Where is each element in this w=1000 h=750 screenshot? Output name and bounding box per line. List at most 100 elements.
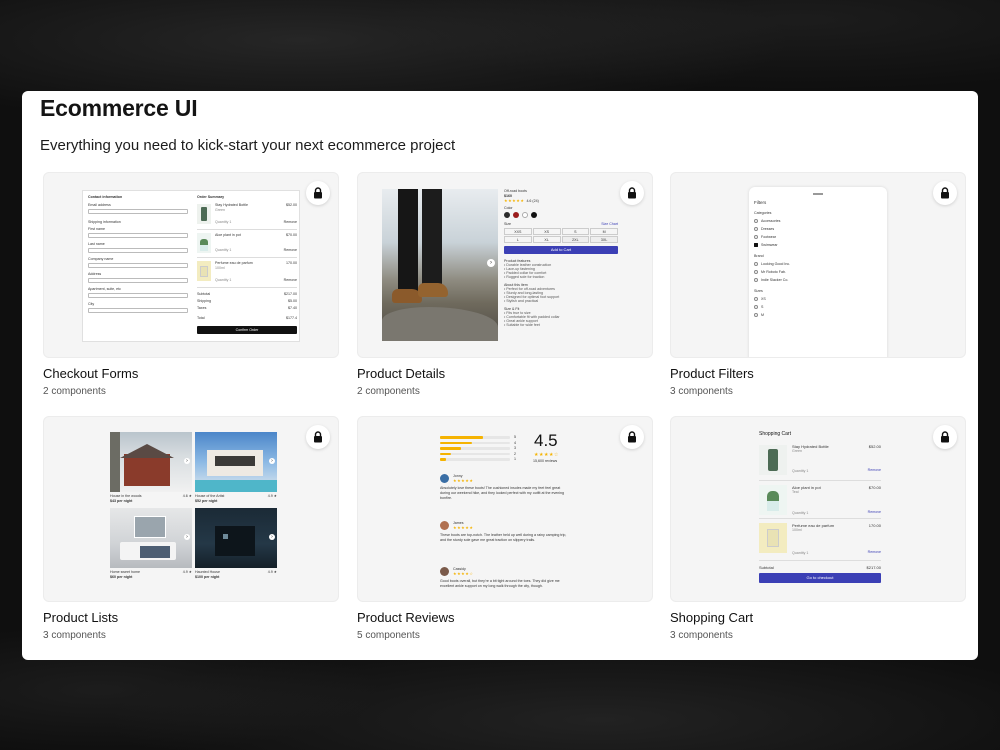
card-title[interactable]: Product Filters: [670, 366, 754, 381]
filter-option[interactable]: Swimwear: [754, 242, 882, 247]
filter-option[interactable]: M: [754, 312, 882, 317]
next-image-icon[interactable]: ›: [487, 259, 495, 267]
next-image-icon[interactable]: ›: [269, 458, 275, 464]
review-stars-icon: ★★★★★: [453, 478, 474, 483]
card-thumbnail[interactable]: Filters Categories Accessories Dresses F…: [670, 172, 966, 358]
item-qty[interactable]: Quantity 1: [792, 551, 808, 555]
radio-icon[interactable]: [754, 269, 758, 274]
subtotal-value: $217.00: [284, 292, 297, 296]
remove-link[interactable]: Remove: [284, 248, 297, 252]
company-field[interactable]: [88, 263, 188, 268]
apt-field[interactable]: [88, 293, 188, 298]
listing-card[interactable]: › Home sweet home 4.9 ★ $60 per night: [110, 508, 192, 582]
item-qty[interactable]: Quantity 1: [215, 220, 231, 224]
contact-heading: Contact information: [88, 195, 123, 199]
radio-icon[interactable]: [754, 218, 758, 223]
card-thumbnail[interactable]: Shopping Cart Stay Hydrated Bottle Green…: [670, 416, 966, 602]
filter-option[interactable]: Indie Slacker Co.: [754, 277, 882, 282]
filter-option[interactable]: Dresses: [754, 226, 882, 231]
last-name-label: Last name: [88, 242, 105, 246]
size-option[interactable]: L: [504, 236, 532, 243]
filter-option[interactable]: S: [754, 304, 882, 309]
subtotal-label: Subtotal: [759, 565, 774, 570]
listing-photo: ›: [195, 432, 277, 492]
filter-option[interactable]: Footwear: [754, 234, 882, 239]
item-price: $52.00: [868, 444, 881, 449]
color-swatch[interactable]: [531, 212, 537, 218]
size-chart-link[interactable]: Size Chart: [601, 222, 618, 226]
next-image-icon[interactable]: ›: [184, 458, 190, 464]
remove-link[interactable]: Remove: [868, 550, 881, 554]
color-swatch[interactable]: [513, 212, 519, 218]
size-option[interactable]: XL: [532, 236, 561, 243]
card-title[interactable]: Product Reviews: [357, 610, 455, 625]
cart-subtotal: Subtotal $217.00: [759, 563, 881, 573]
card-thumbnail[interactable]: › House in the woods 4.6 ★ $43 per night…: [43, 416, 339, 602]
checked-box-icon[interactable]: [754, 242, 758, 247]
rating-bar-row: 1: [440, 457, 520, 463]
size-option[interactable]: S: [561, 228, 590, 235]
radio-icon[interactable]: [754, 304, 758, 309]
card-count: 2 components: [43, 386, 106, 397]
drag-handle[interactable]: [813, 193, 823, 195]
remove-link[interactable]: Remove: [284, 220, 297, 224]
item-qty[interactable]: Quantity 1: [215, 278, 231, 282]
product-thumb: [759, 523, 787, 553]
remove-link[interactable]: Remove: [868, 510, 881, 514]
radio-icon[interactable]: [754, 226, 758, 231]
listing-card[interactable]: › Haunted House 4.9 ★ $100 per night: [195, 508, 277, 582]
size-option[interactable]: XS: [532, 228, 561, 235]
card-thumbnail[interactable]: Contact information Email address Shippi…: [43, 172, 339, 358]
confirm-order-button[interactable]: Confirm Order: [197, 326, 297, 334]
fit-item: • Suitable for wide feet: [504, 323, 540, 327]
cart-preview: Shopping Cart Stay Hydrated Bottle Green…: [759, 431, 881, 601]
remove-link[interactable]: Remove: [868, 468, 881, 472]
avatar: [440, 521, 449, 530]
last-name-field[interactable]: [88, 248, 188, 253]
city-field[interactable]: [88, 308, 188, 313]
listing-card[interactable]: › House in the woods 4.6 ★ $43 per night: [110, 432, 192, 506]
filter-option[interactable]: Accessories: [754, 218, 882, 223]
filter-option[interactable]: Looking Good Inc.: [754, 261, 882, 266]
lock-badge: [933, 425, 957, 449]
item-qty[interactable]: Quantity 1: [792, 511, 808, 515]
listing-card[interactable]: › House of the Artist 4.9 ★ $52 per nigh…: [195, 432, 277, 506]
card-thumbnail[interactable]: 5 4 3 2 1 4.5 ★★★★☆ 15,600 reviews Jonny…: [357, 416, 653, 602]
card-title[interactable]: Product Lists: [43, 610, 118, 625]
radio-icon[interactable]: [754, 296, 758, 301]
next-image-icon[interactable]: ›: [269, 534, 275, 540]
size-option[interactable]: 2XL: [561, 236, 590, 243]
radio-icon[interactable]: [754, 261, 758, 266]
filters-title: Filters: [754, 199, 767, 205]
listing-rating: 4.6 ★: [182, 494, 192, 498]
next-image-icon[interactable]: ›: [184, 534, 190, 540]
remove-link[interactable]: Remove: [284, 278, 297, 282]
item-qty[interactable]: Quantity 1: [215, 248, 231, 252]
add-to-cart-button[interactable]: Add to Cart: [504, 246, 618, 254]
card-title[interactable]: Checkout Forms: [43, 366, 138, 381]
filter-option[interactable]: Mr Roboto Fab.: [754, 269, 882, 274]
card-title[interactable]: Shopping Cart: [670, 610, 753, 625]
radio-icon[interactable]: [754, 277, 758, 282]
email-field[interactable]: [88, 209, 188, 214]
cart-item: Stay Hydrated Bottle Green $52.00 Quanti…: [759, 443, 881, 481]
size-option[interactable]: M: [590, 228, 618, 235]
filter-option[interactable]: XS: [754, 296, 882, 301]
listing-price: $52 per night: [195, 499, 218, 503]
radio-icon[interactable]: [754, 234, 758, 239]
address-field[interactable]: [88, 278, 188, 283]
size-option[interactable]: 3XL: [590, 236, 618, 243]
checkout-button[interactable]: Go to checkout: [759, 573, 881, 583]
color-swatch[interactable]: [522, 212, 528, 218]
review-stars-icon: ★★★★★: [453, 525, 474, 530]
item-variant: Teal: [792, 490, 799, 494]
card-thumbnail[interactable]: › Off-road boots $160 ★★★★★ 4.6 (24) Colo…: [357, 172, 653, 358]
first-name-field[interactable]: [88, 233, 188, 238]
card-title[interactable]: Product Details: [357, 366, 445, 381]
color-swatch[interactable]: [504, 212, 510, 218]
item-qty[interactable]: Quantity 1: [792, 469, 808, 473]
avatar: [440, 567, 449, 576]
radio-icon[interactable]: [754, 312, 758, 317]
listings-preview: › House in the woods 4.6 ★ $43 per night…: [110, 432, 278, 582]
size-option[interactable]: XXS: [504, 228, 532, 235]
